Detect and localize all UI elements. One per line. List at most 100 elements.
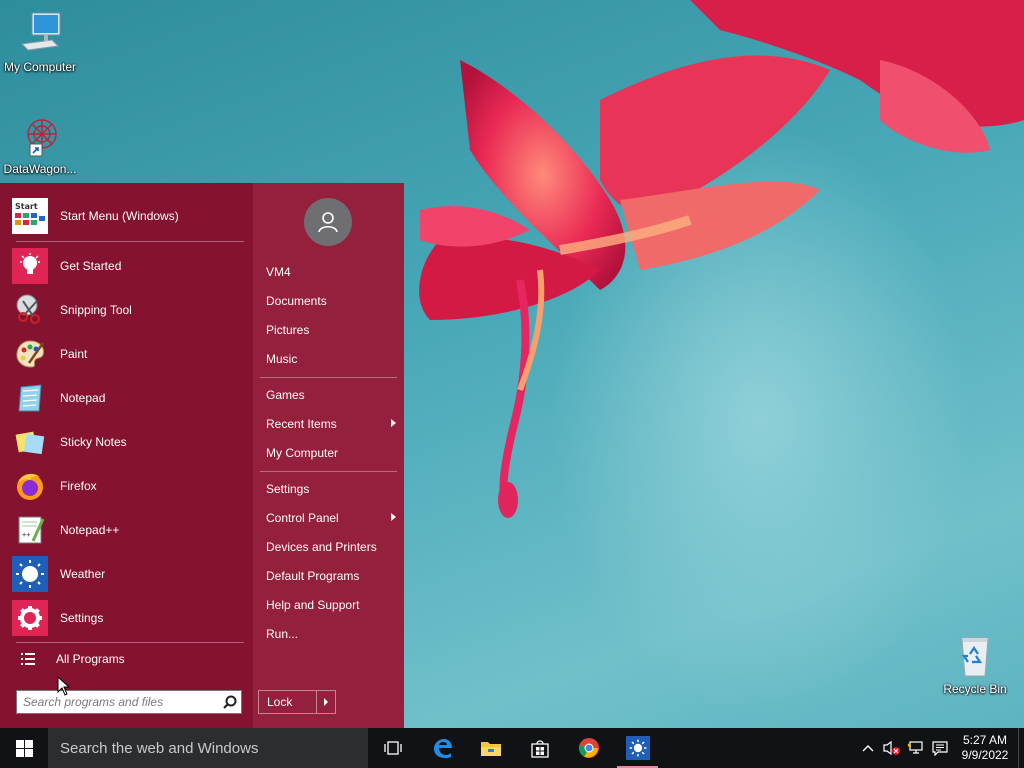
notepad-icon [12, 380, 48, 416]
firefox-icon [12, 468, 48, 504]
places-item-recent-items[interactable]: Recent Items [266, 413, 396, 435]
program-notepadpp[interactable]: ++ Notepad++ [12, 510, 248, 550]
taskbar: Search the web and Windows 5:27 AM 9/9/2… [0, 728, 1024, 768]
taskbar-store-button[interactable] [515, 728, 564, 768]
places-item-label: My Computer [266, 446, 339, 460]
program-label: Paint [60, 347, 88, 361]
program-label: Get Started [60, 259, 122, 273]
program-label: Notepad [60, 391, 106, 405]
task-view-icon [383, 741, 402, 755]
taskbar-chrome-button[interactable] [564, 728, 613, 768]
task-view-button[interactable] [368, 728, 417, 768]
places-item-help-support[interactable]: Help and Support [266, 594, 396, 616]
notification-icon [932, 741, 948, 756]
desktop-icon-label: My Computer [3, 60, 77, 74]
program-weather[interactable]: Weather [12, 554, 248, 594]
svg-text:Start: Start [15, 202, 38, 211]
show-desktop-button[interactable] [1018, 728, 1024, 768]
gear-icon [12, 600, 48, 636]
places-item-music[interactable]: Music [266, 348, 396, 370]
program-notepad[interactable]: Notepad [12, 378, 248, 418]
start-search-box[interactable] [16, 690, 242, 714]
places-item-label: Documents [266, 294, 327, 308]
separator [16, 241, 244, 242]
start-menu: Start Start Menu (Windows) Get Started S… [0, 183, 404, 728]
submenu-arrow-icon [391, 513, 396, 521]
taskbar-weather-button[interactable] [613, 728, 662, 768]
separator [260, 471, 397, 472]
network-button[interactable] [904, 728, 928, 768]
chrome-icon [578, 738, 599, 758]
places-item-label: Games [266, 388, 305, 402]
separator [260, 377, 397, 378]
start-search-input[interactable] [17, 692, 219, 712]
taskbar-search-box[interactable]: Search the web and Windows [48, 728, 368, 768]
chevron-up-icon [862, 745, 874, 752]
program-label: Firefox [60, 479, 97, 493]
taskbar-clock[interactable]: 5:27 AM 9/9/2022 [952, 733, 1018, 763]
places-item-label: Music [266, 352, 298, 366]
places-item-label: Control Panel [266, 511, 339, 525]
taskbar-file-explorer-button[interactable] [466, 728, 515, 768]
program-label: Settings [60, 611, 104, 625]
program-label: Snipping Tool [60, 303, 132, 317]
all-programs-label: All Programs [56, 652, 125, 666]
program-label: Weather [60, 567, 106, 581]
program-sticky-notes[interactable]: Sticky Notes [12, 422, 248, 462]
desktop-icon-recycle-bin[interactable]: Recycle Bin [935, 632, 1015, 696]
shutdown-options-button[interactable] [317, 691, 335, 713]
program-get-started[interactable]: Get Started [12, 246, 248, 286]
action-center-button[interactable] [928, 728, 952, 768]
places-item-label: Pictures [266, 323, 310, 337]
start-button[interactable] [0, 728, 48, 768]
clock-time: 5:27 AM [962, 733, 1008, 747]
places-item-label: Default Programs [266, 569, 360, 583]
places-item-documents[interactable]: Documents [266, 290, 396, 312]
volume-muted-icon [883, 740, 900, 756]
places-item-label: Devices and Printers [266, 540, 377, 554]
lock-button-group: Lock [258, 690, 336, 714]
program-settings[interactable]: Settings [12, 598, 248, 638]
start-menu-programs-panel: Start Start Menu (Windows) Get Started S… [0, 183, 253, 728]
show-hidden-icons-button[interactable] [856, 728, 880, 768]
places-item-label: VM4 [266, 265, 291, 279]
notepadpp-icon: ++ [12, 512, 48, 548]
program-paint[interactable]: Paint [12, 334, 248, 374]
all-programs-button[interactable]: All Programs [16, 648, 244, 670]
chevron-right-icon [324, 698, 328, 706]
places-item-devices-printers[interactable]: Devices and Printers [266, 536, 396, 558]
lock-label: Lock [267, 695, 293, 709]
scissors-icon [12, 292, 48, 328]
program-label: Sticky Notes [60, 435, 127, 449]
taskbar-edge-button[interactable] [417, 728, 466, 768]
places-item-label: Recent Items [266, 417, 337, 431]
list-icon [16, 652, 40, 666]
desktop-icon-my-computer[interactable]: My Computer [0, 10, 80, 74]
places-item-default-programs[interactable]: Default Programs [266, 565, 396, 587]
lightbulb-icon [12, 248, 48, 284]
sticky-notes-icon [12, 424, 48, 460]
user-avatar-icon[interactable] [304, 198, 352, 246]
places-item-games[interactable]: Games [266, 384, 396, 406]
weather-sun-icon [12, 556, 48, 592]
program-firefox[interactable]: Firefox [12, 466, 248, 506]
start-menu-classic-item[interactable]: Start Start Menu (Windows) [12, 196, 248, 236]
store-icon [530, 740, 549, 758]
network-icon [907, 741, 923, 754]
desktop-icon-label: DataWagon... [3, 162, 77, 176]
computer-icon [16, 10, 64, 58]
lock-button[interactable]: Lock [259, 691, 317, 713]
volume-button[interactable] [880, 728, 904, 768]
places-item-my-computer[interactable]: My Computer [266, 442, 396, 464]
program-snipping-tool[interactable]: Snipping Tool [12, 290, 248, 330]
places-item-pictures[interactable]: Pictures [266, 319, 396, 341]
places-item-control-panel[interactable]: Control Panel [266, 507, 396, 529]
desktop-icon-datawagon[interactable]: DataWagon... [0, 112, 80, 176]
places-item-vm4[interactable]: VM4 [266, 261, 396, 283]
places-item-settings[interactable]: Settings [266, 478, 396, 500]
start-menu-classic-icon: Start [12, 198, 48, 234]
places-item-run[interactable]: Run... [266, 623, 396, 645]
places-item-label: Help and Support [266, 598, 360, 612]
search-icon[interactable] [219, 691, 241, 713]
file-explorer-icon [480, 742, 501, 756]
